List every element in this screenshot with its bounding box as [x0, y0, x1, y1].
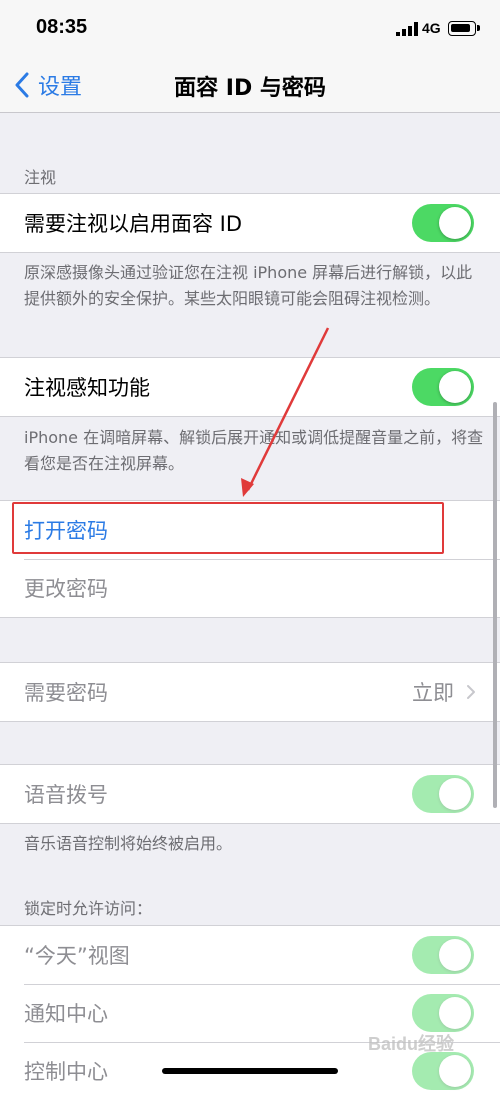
row-today-view: “今天”视图	[0, 926, 500, 984]
require-attention-description: 原深感摄像头通过验证您在注视 iPhone 屏幕后进行解锁，以此提供额外的安全保…	[24, 263, 473, 308]
watermark: Baidu经验	[368, 1034, 455, 1054]
battery-icon	[448, 21, 480, 36]
page-title: 面容 ID 与密码	[174, 76, 326, 101]
attention-aware-description: iPhone 在调暗屏幕、解锁后展开通知或调低提醒音量之前，将查看您是否在注视屏…	[24, 428, 484, 473]
signal-icon	[396, 22, 418, 36]
row-label: “今天”视图	[24, 944, 130, 968]
row-label: 更改密码	[24, 577, 108, 601]
toggle-knob	[439, 207, 471, 239]
status-bar: 08:35 4G	[0, 0, 500, 58]
toggle-knob	[439, 371, 471, 403]
voice-dial-toggle[interactable]	[412, 775, 474, 813]
voice-dial-description: 音乐语音控制将始终被启用。	[24, 834, 233, 853]
today-view-toggle[interactable]	[412, 936, 474, 974]
toggle-knob	[439, 939, 471, 971]
row-label: 通知中心	[24, 1002, 108, 1026]
group-require-passcode: 需要密码 立即	[0, 662, 500, 722]
row-label: 语音拨号	[24, 783, 108, 807]
require-attention-toggle[interactable]	[412, 204, 474, 242]
attention-aware-toggle[interactable]	[412, 368, 474, 406]
notification-center-toggle[interactable]	[412, 994, 474, 1032]
row-label: 需要注视以启用面容 ID	[24, 212, 243, 236]
row-label: 控制中心	[24, 1060, 108, 1084]
section-header-locked-access: 锁定时允许访问：	[24, 899, 153, 918]
group-attention-aware: 注视感知功能	[0, 357, 500, 417]
row-label: 注视感知功能	[24, 376, 150, 400]
group-require-attention: 需要注视以启用面容 ID	[0, 193, 500, 253]
section-header-attention: 注视	[24, 168, 57, 187]
scrollbar[interactable]	[493, 402, 497, 808]
group-voice-dial: 语音拨号	[0, 764, 500, 824]
toggle-knob	[439, 997, 471, 1029]
toggle-knob	[439, 778, 471, 810]
home-indicator	[162, 1068, 338, 1074]
row-require-attention: 需要注视以启用面容 ID	[0, 194, 500, 252]
row-attention-aware: 注视感知功能	[0, 358, 500, 416]
highlight-box	[12, 502, 444, 554]
require-passcode-row[interactable]: 需要密码 立即	[0, 663, 500, 721]
change-passcode-button[interactable]: 更改密码	[0, 559, 500, 617]
chevron-right-icon	[467, 685, 475, 699]
nav-bar: 设置 面容 ID 与密码	[0, 58, 500, 113]
network-label: 4G	[422, 20, 441, 36]
row-voice-dial: 语音拨号	[0, 765, 500, 823]
status-time: 08:35	[36, 16, 88, 38]
require-passcode-value: 立即	[412, 681, 454, 705]
require-passcode-detail: 立即	[412, 663, 476, 721]
row-label: 需要密码	[24, 681, 108, 705]
